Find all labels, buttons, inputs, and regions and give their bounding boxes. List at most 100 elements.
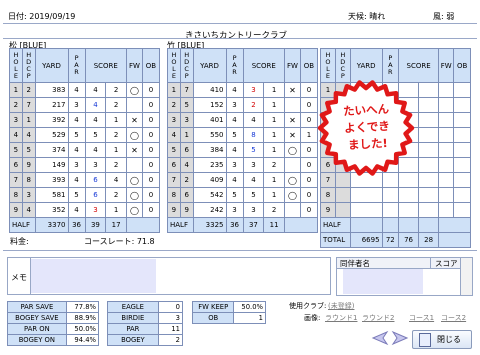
hole-fw: ✕ [284,82,301,98]
hole-fw: ◯ [126,202,143,218]
companions-panel: 同伴者名 スコア [336,257,461,296]
hole-ob [453,187,471,203]
hole-row[interactable]: 5 6 384 4 5 1 ◯ 0 [167,142,319,158]
stats-right-table: FW KEEP 50.0% OB 1 [191,301,266,324]
companion-name-header: 同伴者名 [340,259,370,268]
next-arrow-icon[interactable] [391,330,409,346]
hole-score: 8 [242,127,265,143]
course-divider [3,38,477,39]
hole-row[interactable]: 6 4 235 3 3 2 0 [167,157,319,173]
hole-par: 5 [67,127,86,143]
hole-ob [453,97,471,113]
round2-link[interactable]: ラウンド2 [362,313,394,323]
stat-row: BOGEY 2 [107,334,184,346]
hole-score: 6 [84,187,107,203]
date-label: 日付: 2019/09/19 [8,12,76,21]
stat-row: BOGEY ON 94.4% [7,334,100,346]
hole-putt: 1 [105,112,127,128]
club-link[interactable]: (未登録) [328,301,354,311]
hole-fw [438,142,455,158]
hole-yard: 392 [34,112,69,128]
hole-row[interactable]: 4 1 550 5 8 1 ✕ 1 [167,127,319,143]
hole-number: 8 [167,187,181,203]
hole-putt: 1 [263,187,285,203]
half-label: HALF [167,217,194,233]
half-par: 36 [225,217,244,233]
par-header: PAR [67,48,86,83]
hole-putt: 2 [105,82,127,98]
wind-label: 風: 弱 [433,12,455,21]
hole-row[interactable]: 5 5 374 4 4 1 ✕ 0 [9,142,161,158]
half-putt [418,217,440,233]
hole-row[interactable]: 7 2 409 4 4 1 ◯ 0 [167,172,319,188]
hole-ob: 0 [299,97,319,113]
hole-row[interactable]: 7 8 393 4 6 4 ◯ 0 [9,172,161,188]
hole-hdcp: 5 [179,97,194,113]
hole-ob [453,127,471,143]
hole-ob: 0 [299,157,319,173]
hole-par: 4 [67,172,86,188]
hole-row[interactable]: 9 4 352 4 3 1 ◯ 0 [9,202,161,218]
hole-row[interactable]: 8 3 581 5 6 2 ◯ 0 [9,187,161,203]
hole-fw [438,82,455,98]
hole-hdcp [334,187,351,203]
hole-putt: 1 [263,127,285,143]
hole-row[interactable]: 6 9 149 3 3 2 0 [9,157,161,173]
hole-putt: 2 [105,97,127,113]
hole-row[interactable]: 3 3 401 4 4 1 ✕ 0 [167,112,319,128]
hole-fw: ◯ [284,172,301,188]
hole-putt: 1 [263,82,285,98]
hole-row[interactable]: 9 9 242 3 3 2 0 [167,202,319,218]
hole-row[interactable]: 1 2 383 4 4 2 ◯ 0 [9,82,161,98]
hole-ob: 0 [141,82,161,98]
companions-scrollbar[interactable] [460,257,473,296]
hole-ob: 0 [141,142,161,158]
hole-ob: 0 [299,172,319,188]
hole-row[interactable]: 1 7 410 4 3 1 ✕ 0 [167,82,319,98]
hole-fw [438,112,455,128]
total-yard: 6695 [349,232,383,248]
memo-text-area[interactable] [31,259,156,293]
hole-par: 4 [67,202,86,218]
par-header: PAR [225,48,244,83]
hole-ob: 0 [299,142,319,158]
hole-number: 9 [167,202,181,218]
club-label: 使用クラブ: [289,302,327,310]
hole-fw: ◯ [126,82,143,98]
hole-row[interactable]: 2 7 217 3 4 2 0 [9,97,161,113]
hole-putt: 2 [105,187,127,203]
hole-row[interactable]: 4 4 529 5 5 2 ◯ 0 [9,127,161,143]
companion-list[interactable] [343,269,423,294]
hole-fw [438,157,455,173]
hole-row[interactable]: 8 [320,187,471,203]
hole-ob [453,202,471,218]
hole-score: 5 [84,127,107,143]
hole-hdcp: 9 [21,157,36,173]
hole-ob: 0 [141,172,161,188]
hole-row[interactable]: 3 1 392 4 4 1 ✕ 0 [9,112,161,128]
hole-fw [438,202,455,218]
hole-row[interactable]: 2 5 152 3 2 1 0 [167,97,319,113]
hole-hdcp: 4 [21,202,36,218]
course1-link[interactable]: コース1 [409,313,434,323]
round1-link[interactable]: ラウンド1 [325,313,357,323]
hole-row[interactable]: 8 6 542 5 5 1 ◯ 0 [167,187,319,203]
yard-header: YARD [192,48,227,83]
close-button[interactable]: 閉じる [412,330,472,349]
stat-value: 50.0% [233,301,266,313]
half-par [381,217,400,233]
score-header: SCORE [84,48,128,83]
prev-arrow-icon[interactable] [371,330,389,346]
praise-stamp: たいへん よくでき ました! [317,78,415,178]
course2-link[interactable]: コース2 [441,313,466,323]
hole-row[interactable]: 9 [320,202,471,218]
out-scorecard-table: HOLE HDCP YARD PAR SCORE FW OB 1 2 383 4 4 2 ◯… [9,48,161,233]
half-yard [349,217,383,233]
hole-yard: 149 [34,157,69,173]
hole-fw [438,187,455,203]
fw-header: FW [284,48,301,83]
stat-label: PAR ON [7,323,67,335]
hole-fw [438,172,455,188]
half-label: HALF [9,217,36,233]
hole-hdcp: 6 [179,187,194,203]
